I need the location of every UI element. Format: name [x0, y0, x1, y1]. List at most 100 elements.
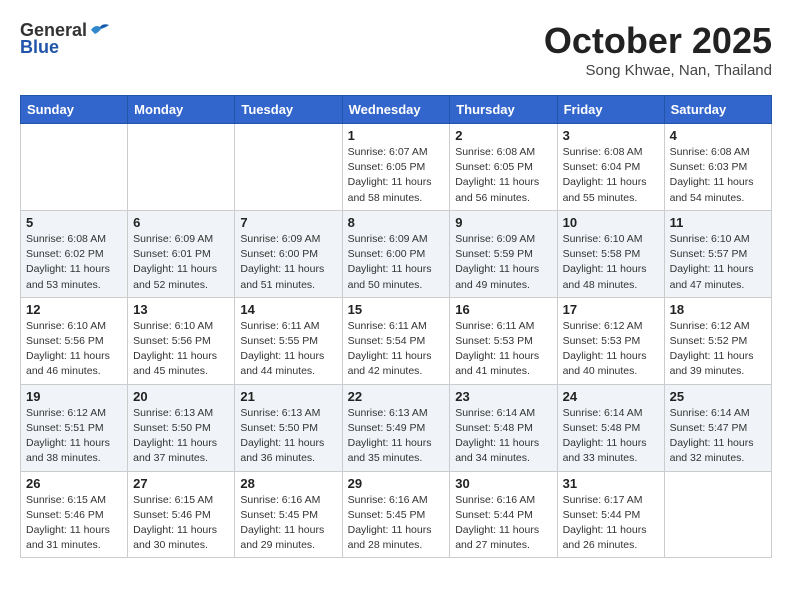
day-number: 30 [455, 476, 551, 491]
day-info: Sunrise: 6:13 AM Sunset: 5:50 PM Dayligh… [133, 406, 229, 467]
day-info: Sunrise: 6:10 AM Sunset: 5:57 PM Dayligh… [670, 232, 766, 293]
day-info: Sunrise: 6:08 AM Sunset: 6:03 PM Dayligh… [670, 145, 766, 206]
table-row [664, 471, 771, 558]
table-row: 20 Sunrise: 6:13 AM Sunset: 5:50 PM Dayli… [128, 384, 235, 471]
day-number: 13 [133, 302, 229, 317]
col-friday: Friday [557, 96, 664, 124]
table-row: 2 Sunrise: 6:08 AM Sunset: 6:05 PM Daylig… [450, 124, 557, 211]
day-info: Sunrise: 6:11 AM Sunset: 5:54 PM Dayligh… [348, 319, 445, 380]
col-sunday: Sunday [21, 96, 128, 124]
day-info: Sunrise: 6:09 AM Sunset: 6:01 PM Dayligh… [133, 232, 229, 293]
table-row: 24 Sunrise: 6:14 AM Sunset: 5:48 PM Dayli… [557, 384, 664, 471]
table-row: 16 Sunrise: 6:11 AM Sunset: 5:53 PM Dayli… [450, 297, 557, 384]
table-row: 19Sunrise: 6:12 AM Sunset: 5:51 PM Dayli… [21, 384, 128, 471]
logo-bird-icon [89, 22, 111, 38]
table-row: 30 Sunrise: 6:16 AM Sunset: 5:44 PM Dayli… [450, 471, 557, 558]
day-info: Sunrise: 6:13 AM Sunset: 5:50 PM Dayligh… [240, 406, 336, 467]
day-info: Sunrise: 6:11 AM Sunset: 5:55 PM Dayligh… [240, 319, 336, 380]
table-row: 3 Sunrise: 6:08 AM Sunset: 6:04 PM Daylig… [557, 124, 664, 211]
table-row: 11 Sunrise: 6:10 AM Sunset: 5:57 PM Dayli… [664, 210, 771, 297]
day-number: 6 [133, 215, 229, 230]
day-number: 19 [26, 389, 122, 404]
day-number: 8 [348, 215, 445, 230]
day-number: 2 [455, 128, 551, 143]
day-number: 28 [240, 476, 336, 491]
table-row: 6 Sunrise: 6:09 AM Sunset: 6:01 PM Daylig… [128, 210, 235, 297]
calendar-week-row: 26 Sunrise: 6:15 AM Sunset: 5:46 PM Dayli… [21, 471, 772, 558]
day-info: Sunrise: 6:07 AM Sunset: 6:05 PM Dayligh… [348, 145, 445, 206]
day-info: Sunrise: 6:08 AM Sunset: 6:05 PM Dayligh… [455, 145, 551, 206]
table-row: 15 Sunrise: 6:11 AM Sunset: 5:54 PM Dayli… [342, 297, 450, 384]
calendar-week-row: 19Sunrise: 6:12 AM Sunset: 5:51 PM Dayli… [21, 384, 772, 471]
table-row: 5Sunrise: 6:08 AM Sunset: 6:02 PM Daylig… [21, 210, 128, 297]
day-number: 26 [26, 476, 122, 491]
day-info: Sunrise: 6:10 AM Sunset: 5:56 PM Dayligh… [26, 319, 122, 380]
day-number: 7 [240, 215, 336, 230]
table-row: 21 Sunrise: 6:13 AM Sunset: 5:50 PM Dayli… [235, 384, 342, 471]
table-row: 25 Sunrise: 6:14 AM Sunset: 5:47 PM Dayli… [664, 384, 771, 471]
calendar-table: Sunday Monday Tuesday Wednesday Thursday… [20, 95, 772, 558]
table-row: 18 Sunrise: 6:12 AM Sunset: 5:52 PM Dayli… [664, 297, 771, 384]
table-row: 9 Sunrise: 6:09 AM Sunset: 5:59 PM Daylig… [450, 210, 557, 297]
col-monday: Monday [128, 96, 235, 124]
day-number: 25 [670, 389, 766, 404]
table-row: 26 Sunrise: 6:15 AM Sunset: 5:46 PM Dayli… [21, 471, 128, 558]
day-number: 9 [455, 215, 551, 230]
table-row [235, 124, 342, 211]
day-info: Sunrise: 6:10 AM Sunset: 5:58 PM Dayligh… [563, 232, 659, 293]
day-number: 16 [455, 302, 551, 317]
day-number: 15 [348, 302, 445, 317]
day-info: Sunrise: 6:09 AM Sunset: 5:59 PM Dayligh… [455, 232, 551, 293]
day-number: 29 [348, 476, 445, 491]
day-number: 10 [563, 215, 659, 230]
day-info: Sunrise: 6:12 AM Sunset: 5:52 PM Dayligh… [670, 319, 766, 380]
calendar-subtitle: Song Khwae, Nan, Thailand [544, 62, 772, 79]
day-info: Sunrise: 6:08 AM Sunset: 6:02 PM Dayligh… [26, 232, 122, 293]
day-info: Sunrise: 6:12 AM Sunset: 5:53 PM Dayligh… [563, 319, 659, 380]
day-info: Sunrise: 6:14 AM Sunset: 5:48 PM Dayligh… [455, 406, 551, 467]
table-row: 29Sunrise: 6:16 AM Sunset: 5:45 PM Dayli… [342, 471, 450, 558]
day-number: 20 [133, 389, 229, 404]
col-saturday: Saturday [664, 96, 771, 124]
col-wednesday: Wednesday [342, 96, 450, 124]
day-number: 22 [348, 389, 445, 404]
day-info: Sunrise: 6:16 AM Sunset: 5:45 PM Dayligh… [240, 493, 336, 554]
col-tuesday: Tuesday [235, 96, 342, 124]
table-row: 1 Sunrise: 6:07 AM Sunset: 6:05 PM Daylig… [342, 124, 450, 211]
day-info: Sunrise: 6:14 AM Sunset: 5:47 PM Dayligh… [670, 406, 766, 467]
day-info: Sunrise: 6:15 AM Sunset: 5:46 PM Dayligh… [26, 493, 122, 554]
table-row: 27Sunrise: 6:15 AM Sunset: 5:46 PM Dayli… [128, 471, 235, 558]
table-row: 23Sunrise: 6:14 AM Sunset: 5:48 PM Dayli… [450, 384, 557, 471]
day-info: Sunrise: 6:11 AM Sunset: 5:53 PM Dayligh… [455, 319, 551, 380]
page-header: General Blue October 2025 Song Khwae, Na… [20, 20, 772, 79]
table-row: 10 Sunrise: 6:10 AM Sunset: 5:58 PM Dayli… [557, 210, 664, 297]
day-info: Sunrise: 6:09 AM Sunset: 6:00 PM Dayligh… [240, 232, 336, 293]
table-row: 13 Sunrise: 6:10 AM Sunset: 5:56 PM Dayli… [128, 297, 235, 384]
day-info: Sunrise: 6:16 AM Sunset: 5:44 PM Dayligh… [455, 493, 551, 554]
logo-blue: Blue [20, 37, 59, 58]
calendar-week-row: 5Sunrise: 6:08 AM Sunset: 6:02 PM Daylig… [21, 210, 772, 297]
day-number: 12 [26, 302, 122, 317]
table-row [21, 124, 128, 211]
day-number: 18 [670, 302, 766, 317]
calendar-title: October 2025 [544, 20, 772, 62]
table-row: 8Sunrise: 6:09 AM Sunset: 6:00 PM Daylig… [342, 210, 450, 297]
calendar-header-row: Sunday Monday Tuesday Wednesday Thursday… [21, 96, 772, 124]
calendar-week-row: 1 Sunrise: 6:07 AM Sunset: 6:05 PM Daylig… [21, 124, 772, 211]
day-info: Sunrise: 6:10 AM Sunset: 5:56 PM Dayligh… [133, 319, 229, 380]
col-thursday: Thursday [450, 96, 557, 124]
day-number: 17 [563, 302, 659, 317]
day-number: 11 [670, 215, 766, 230]
table-row [128, 124, 235, 211]
day-number: 21 [240, 389, 336, 404]
day-number: 24 [563, 389, 659, 404]
logo: General Blue [20, 20, 111, 58]
day-number: 3 [563, 128, 659, 143]
table-row: 4 Sunrise: 6:08 AM Sunset: 6:03 PM Daylig… [664, 124, 771, 211]
day-info: Sunrise: 6:13 AM Sunset: 5:49 PM Dayligh… [348, 406, 445, 467]
day-number: 4 [670, 128, 766, 143]
day-info: Sunrise: 6:08 AM Sunset: 6:04 PM Dayligh… [563, 145, 659, 206]
table-row: 22 Sunrise: 6:13 AM Sunset: 5:49 PM Dayli… [342, 384, 450, 471]
day-info: Sunrise: 6:14 AM Sunset: 5:48 PM Dayligh… [563, 406, 659, 467]
day-number: 1 [348, 128, 445, 143]
